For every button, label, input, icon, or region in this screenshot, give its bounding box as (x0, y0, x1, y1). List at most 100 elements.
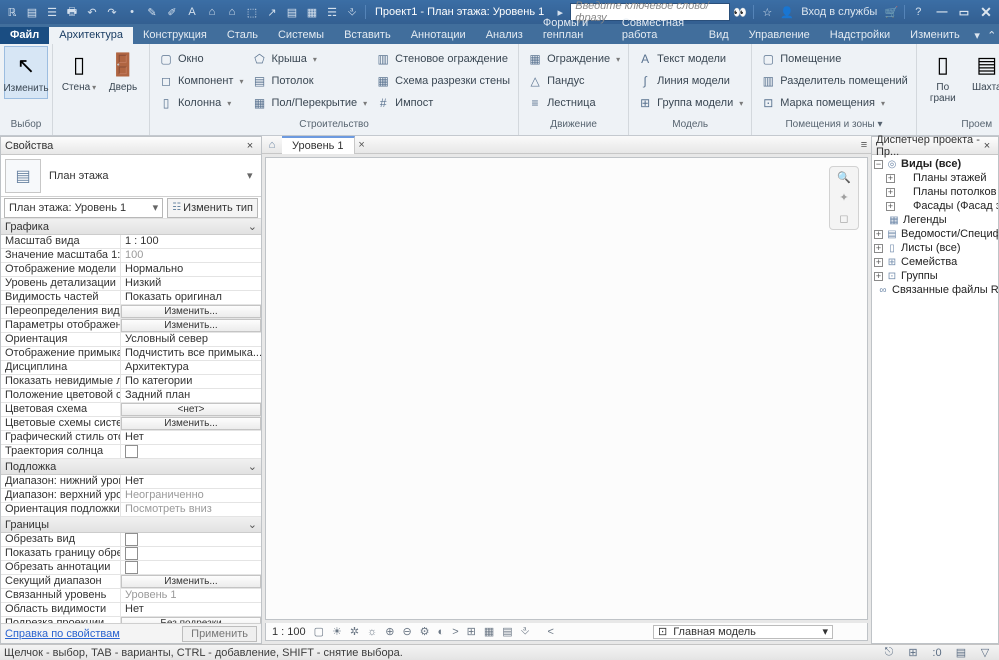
property-value[interactable]: По категории (121, 375, 261, 388)
property-row[interactable]: Графический стиль отоб...Нет (1, 431, 261, 445)
apply-button[interactable]: Применить (182, 626, 257, 642)
tab-Архитектура[interactable]: Архитектура (49, 27, 133, 44)
zoom-icon[interactable]: 🔍 (837, 171, 851, 184)
qat-button[interactable]: • (124, 1, 140, 23)
help-icon[interactable]: ? (910, 1, 926, 23)
view-tool-icon[interactable]: ⚙ (420, 625, 430, 638)
property-value[interactable]: Изменить... (121, 575, 261, 588)
tree-node[interactable]: +▤Ведомости/Спецификс (874, 227, 996, 241)
qat-button[interactable]: A (184, 1, 200, 23)
property-value[interactable] (121, 561, 261, 574)
property-value[interactable]: Условный север (121, 333, 261, 346)
tab-Надстройки[interactable]: Надстройки (820, 27, 900, 44)
view-options-icon[interactable]: ≡ (857, 139, 871, 151)
type-selector[interactable]: ▤ План этажа ▾ (1, 155, 261, 197)
view-scale[interactable]: 1 : 100 (272, 626, 306, 638)
pan-icon[interactable]: ✦ (839, 191, 848, 204)
ribbon-button[interactable]: AТекст модели (633, 48, 747, 70)
view-tool-icon[interactable]: ▤ (502, 625, 512, 638)
tree-node[interactable]: +Планы потолков (874, 185, 996, 199)
home-icon[interactable]: ⌂ (264, 134, 280, 156)
property-row[interactable]: Обрезать аннотации (1, 561, 261, 575)
property-row[interactable]: Траектория солнца (1, 445, 261, 459)
tree-twisty[interactable]: + (874, 230, 883, 239)
tree-twisty[interactable]: + (874, 258, 883, 267)
property-value[interactable] (121, 445, 261, 458)
ribbon-button[interactable]: 🚪Дверь (101, 46, 145, 97)
property-row[interactable]: Отображение примыкан...Подчистить все пр… (1, 347, 261, 361)
property-value[interactable]: Архитектура (121, 361, 261, 374)
ribbon-minimize-icon[interactable]: ⌃ (984, 29, 999, 44)
tree-twisty[interactable]: + (886, 202, 895, 211)
property-category[interactable]: Границы⌄ (1, 517, 261, 533)
ribbon-button[interactable]: ▤Потолок (247, 70, 371, 92)
tree-twisty[interactable]: + (886, 174, 895, 183)
view-tool-icon[interactable]: > (452, 626, 458, 638)
property-value[interactable] (121, 547, 261, 560)
properties-close-icon[interactable]: × (243, 140, 257, 152)
ribbon-button[interactable]: ◻Компонент▾ (154, 70, 247, 92)
view-tool-icon[interactable]: ⊕ (385, 625, 394, 638)
qat-button[interactable]: ☴ (324, 1, 340, 23)
tab-Вставить[interactable]: Вставить (334, 27, 401, 44)
qat-button[interactable]: ↷ (104, 1, 120, 23)
tree-twisty[interactable]: − (874, 160, 883, 169)
property-value[interactable]: Изменить... (121, 319, 261, 332)
tree-node[interactable]: +▯Листы (все) (874, 241, 996, 255)
tree-node[interactable]: +⊞Семейства (874, 255, 996, 269)
edit-type-button[interactable]: ☷Изменить тип (167, 198, 258, 218)
qat-button[interactable]: ✐ (164, 1, 180, 23)
tab-Анализ[interactable]: Анализ (476, 27, 533, 44)
property-row[interactable]: Показать границу обрезки (1, 547, 261, 561)
property-value[interactable]: Нет (121, 431, 261, 444)
orbit-icon[interactable]: ◻ (839, 212, 848, 225)
property-row[interactable]: Масштаб вида1 : 100 (1, 235, 261, 249)
tab-Управление[interactable]: Управление (739, 27, 820, 44)
tree-node[interactable]: +Планы этажей (874, 171, 996, 185)
maximize-button[interactable]: ▭ (953, 1, 975, 23)
qat-button[interactable]: ⌂ (204, 1, 220, 23)
ribbon-button[interactable]: ▯Пограни (921, 46, 965, 108)
tree-twisty[interactable]: + (874, 244, 883, 253)
view-tool-icon[interactable]: ▦ (484, 625, 494, 638)
property-value[interactable]: Нормально (121, 263, 261, 276)
ribbon-button[interactable]: ▢Окно (154, 48, 247, 70)
close-button[interactable]: ✕ (975, 1, 997, 23)
filter-icon[interactable]: ▽ (975, 646, 995, 659)
status-icon[interactable]: ⊞ (903, 646, 923, 659)
tree-node[interactable]: ▦Легенды (874, 213, 996, 227)
property-row[interactable]: Показать невидимые ли...По категории (1, 375, 261, 389)
ribbon-button[interactable]: ↖Изменить (4, 46, 48, 99)
property-row[interactable]: Секущий диапазонИзменить... (1, 575, 261, 589)
property-row[interactable]: Видимость частейПоказать оригинал (1, 291, 261, 305)
ribbon-button[interactable]: ⊞Группа модели▾ (633, 92, 747, 114)
ribbon-button[interactable]: ▯Колонна▾ (154, 92, 247, 114)
ribbon-button[interactable]: ▢Помещение (756, 48, 912, 70)
view-tab[interactable]: Уровень 1 (282, 136, 355, 154)
property-row[interactable]: Диапазон: верхний уров...Неограниченно (1, 489, 261, 503)
view-tool-icon[interactable]: ⊞ (467, 625, 476, 638)
tree-twisty[interactable]: + (886, 188, 895, 197)
ribbon-button[interactable]: ∫Линия модели (633, 70, 747, 92)
workset-selector[interactable]: ⊡ Главная модель ▾ (653, 625, 833, 639)
property-row[interactable]: Связанный уровеньУровень 1 (1, 589, 261, 603)
ribbon-button[interactable]: ⬠Крыша▾ (247, 48, 371, 70)
property-value[interactable] (121, 533, 261, 546)
property-value[interactable]: Нет (121, 603, 261, 616)
ribbon-button[interactable]: ▥Стеновое ограждение (371, 48, 514, 70)
status-icon[interactable]: :0 (927, 647, 947, 659)
ribbon-button[interactable]: ▥Разделитель помещений (756, 70, 912, 92)
ribbon-button[interactable]: ▦Схема разрезки стены (371, 70, 514, 92)
overflow-icon[interactable]: < (547, 626, 553, 638)
qat-button[interactable]: ↗ (264, 1, 280, 23)
ribbon-button[interactable]: ▦Ограждение▾ (523, 48, 624, 70)
binoculars-icon[interactable]: 👀 (732, 1, 748, 23)
ribbon-button[interactable]: ▤Шахта (965, 46, 999, 97)
property-value[interactable]: Уровень 1 (121, 589, 261, 602)
view-tool-icon[interactable]: ☀ (332, 625, 342, 638)
property-value[interactable]: 1 : 100 (121, 235, 261, 248)
property-row[interactable]: Значение масштаба 1:100 (1, 249, 261, 263)
drawing-canvas[interactable]: 🔍 ✦ ◻ (265, 157, 868, 620)
tree-node[interactable]: +⊡Группы (874, 269, 996, 283)
property-row[interactable]: Обрезать вид (1, 533, 261, 547)
